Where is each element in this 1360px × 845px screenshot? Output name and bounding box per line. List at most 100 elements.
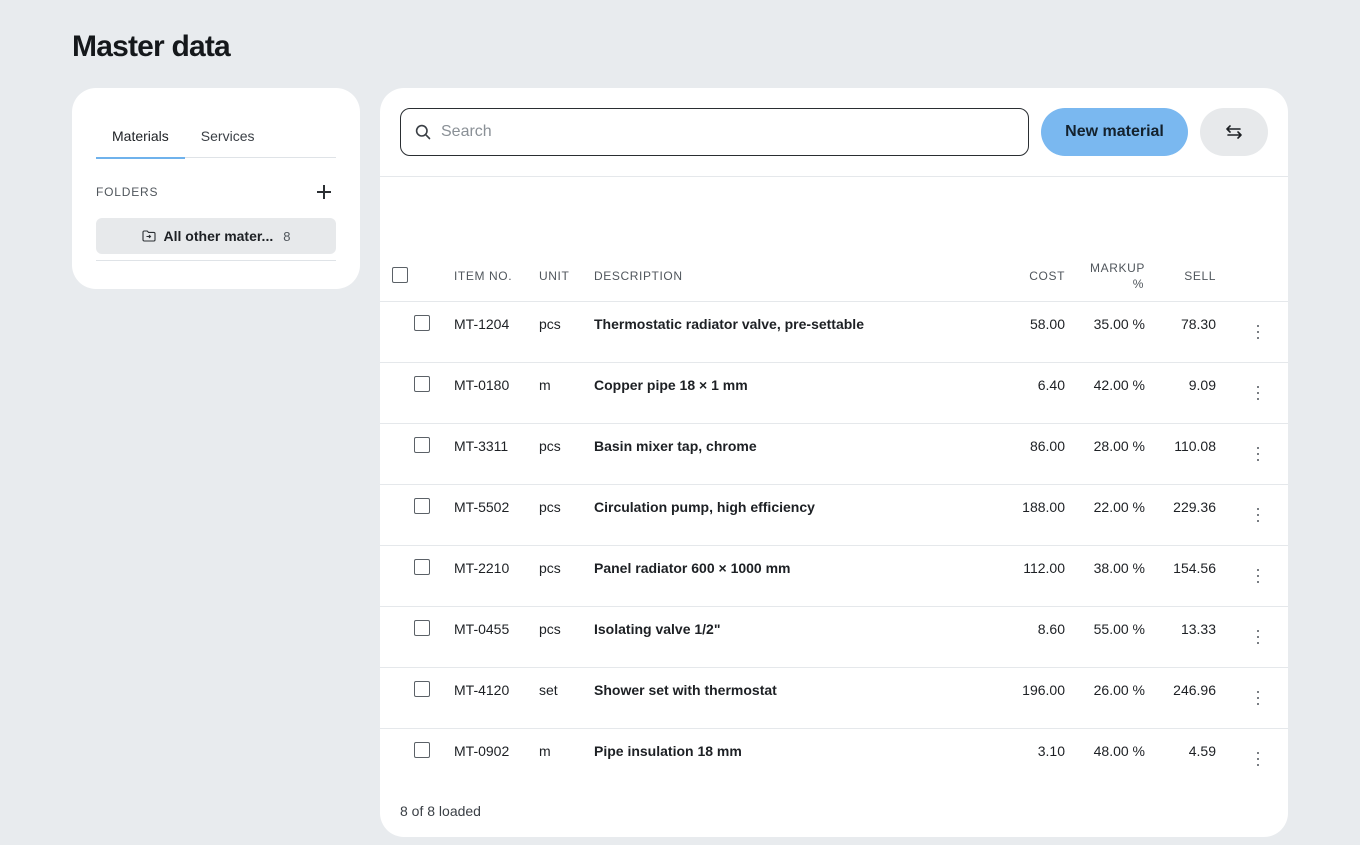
more-options-icon[interactable] — [1254, 505, 1262, 525]
sidebar-tabs: Materials Services — [96, 114, 336, 159]
search-input[interactable] — [441, 109, 1028, 155]
row-checkbox[interactable] — [414, 315, 430, 331]
swap-view-button[interactable] — [1200, 108, 1268, 156]
table-row[interactable]: MT-0180 m Copper pipe 18 × 1 mm 6.40 42.00 %… — [380, 363, 1288, 424]
cell-description: Shower set with thermostat — [594, 682, 777, 698]
table-row[interactable]: MT-2210 pcs Panel radiator 600 × 1000 mm 11… — [380, 546, 1288, 607]
cell-cost: 6.40 — [1037, 377, 1065, 393]
row-checkbox[interactable] — [414, 742, 430, 758]
folder-name: All other mater... — [163, 228, 274, 244]
cell-markup: 55.00 % — [1093, 621, 1145, 637]
cell-unit: pcs — [539, 621, 561, 637]
header-sell: SELL — [1184, 269, 1216, 283]
row-checkbox[interactable] — [414, 437, 430, 453]
cell-markup: 38.00 % — [1093, 560, 1145, 576]
row-checkbox[interactable] — [414, 376, 430, 392]
table-row[interactable]: MT-3311 pcs Basin mixer tap, chrome 86.00 28… — [380, 424, 1288, 485]
table-header: ITEM NO. UNIT DESCRIPTION COST MARKUP % … — [380, 256, 1288, 302]
cell-cost: 3.10 — [1037, 743, 1065, 759]
cell-markup: 35.00 % — [1093, 316, 1145, 332]
materials-panel: New material ITEM NO. UNIT DESCRIPTION C… — [380, 88, 1288, 837]
cell-cost: 188.00 — [1022, 499, 1065, 515]
cell-sell: 110.08 — [1174, 438, 1216, 454]
tab-services-label: Services — [200, 128, 255, 144]
row-checkbox[interactable] — [414, 620, 430, 636]
cell-description: Pipe insulation 18 mm — [594, 743, 742, 759]
cell-description: Panel radiator 600 × 1000 mm — [594, 560, 791, 576]
header-description: DESCRIPTION — [594, 269, 683, 283]
cell-item-no: MT-0902 — [454, 743, 510, 759]
more-options-icon[interactable] — [1254, 627, 1262, 647]
search-box[interactable] — [400, 108, 1029, 156]
cell-description: Isolating valve 1/2" — [594, 621, 721, 637]
cell-description: Circulation pump, high efficiency — [594, 499, 815, 515]
table-row[interactable]: MT-1204 pcs Thermostatic radiator valve, p… — [380, 302, 1288, 363]
cell-description: Copper pipe 18 × 1 mm — [594, 377, 748, 393]
cell-cost: 86.00 — [1029, 438, 1065, 454]
cell-sell: 78.30 — [1180, 316, 1216, 332]
more-options-icon[interactable] — [1254, 322, 1262, 342]
cell-unit: pcs — [539, 316, 561, 332]
cell-sell: 154.56 — [1173, 560, 1216, 576]
folder-divider — [96, 260, 336, 261]
more-options-icon[interactable] — [1254, 383, 1262, 403]
select-all-checkbox[interactable] — [392, 267, 408, 283]
cell-unit: m — [539, 743, 551, 759]
cell-sell: 4.59 — [1188, 743, 1216, 759]
cell-item-no: MT-4120 — [454, 682, 510, 698]
cell-item-no: MT-0180 — [454, 377, 510, 393]
tab-materials[interactable]: Materials — [96, 114, 185, 159]
cell-unit: m — [539, 377, 551, 393]
more-options-icon[interactable] — [1254, 444, 1262, 464]
swap-arrows-icon — [1226, 125, 1242, 139]
tab-services[interactable]: Services — [185, 114, 271, 158]
cell-sell: 13.33 — [1180, 621, 1216, 637]
folder-item-all-other[interactable]: All other mater... 8 — [96, 218, 336, 254]
add-folder-icon[interactable] — [314, 182, 334, 202]
cell-item-no: MT-0455 — [454, 621, 510, 637]
cell-markup: 28.00 % — [1093, 438, 1145, 454]
load-status: 8 of 8 loaded — [400, 803, 481, 819]
cell-cost: 58.00 — [1029, 316, 1065, 332]
cell-unit: set — [539, 682, 558, 698]
folder-count: 8 — [283, 228, 291, 244]
folders-label: FOLDERS — [96, 185, 159, 199]
cell-item-no: MT-3311 — [454, 438, 509, 454]
page-title: Master data — [72, 30, 231, 63]
header-markup: MARKUP — [1090, 261, 1145, 275]
table-row[interactable]: MT-0902 m Pipe insulation 18 mm 3.10 48.00 %… — [380, 729, 1288, 790]
cell-item-no: MT-2210 — [454, 560, 510, 576]
cell-unit: pcs — [539, 499, 561, 515]
folders-header: FOLDERS — [96, 182, 336, 202]
table-row[interactable]: MT-5502 pcs Circulation pump, high efficie… — [380, 485, 1288, 546]
cell-description: Thermostatic radiator valve, pre-settabl… — [594, 316, 864, 332]
cell-cost: 8.60 — [1037, 621, 1065, 637]
cell-item-no: MT-5502 — [454, 499, 510, 515]
search-icon — [415, 124, 431, 140]
cell-description: Basin mixer tap, chrome — [594, 438, 757, 454]
more-options-icon[interactable] — [1254, 749, 1262, 769]
cell-unit: pcs — [539, 560, 561, 576]
folder-icon — [141, 230, 156, 242]
cell-markup: 26.00 % — [1093, 682, 1145, 698]
row-checkbox[interactable] — [414, 498, 430, 514]
sidebar-panel: Materials Services FOLDERS All other mat… — [72, 88, 360, 289]
header-item-no: ITEM NO. — [454, 269, 513, 283]
more-options-icon[interactable] — [1254, 566, 1262, 586]
tab-materials-label: Materials — [112, 128, 169, 144]
cell-sell: 246.96 — [1173, 682, 1216, 698]
toolbar-divider — [380, 176, 1288, 177]
more-options-icon[interactable] — [1254, 688, 1262, 708]
cell-markup: 42.00 % — [1093, 377, 1145, 393]
cell-markup: 48.00 % — [1093, 743, 1145, 759]
cell-cost: 112.00 — [1023, 560, 1065, 576]
table-row[interactable]: MT-0455 pcs Isolating valve 1/2" 8.60 55.00 … — [380, 607, 1288, 668]
new-material-button[interactable]: New material — [1041, 108, 1188, 156]
row-checkbox[interactable] — [414, 681, 430, 697]
row-checkbox[interactable] — [414, 559, 430, 575]
cell-item-no: MT-1204 — [454, 316, 510, 332]
cell-sell: 229.36 — [1173, 499, 1216, 515]
table-row[interactable]: MT-4120 set Shower set with thermostat 196.… — [380, 668, 1288, 729]
cell-sell: 9.09 — [1188, 377, 1216, 393]
cell-unit: pcs — [539, 438, 561, 454]
